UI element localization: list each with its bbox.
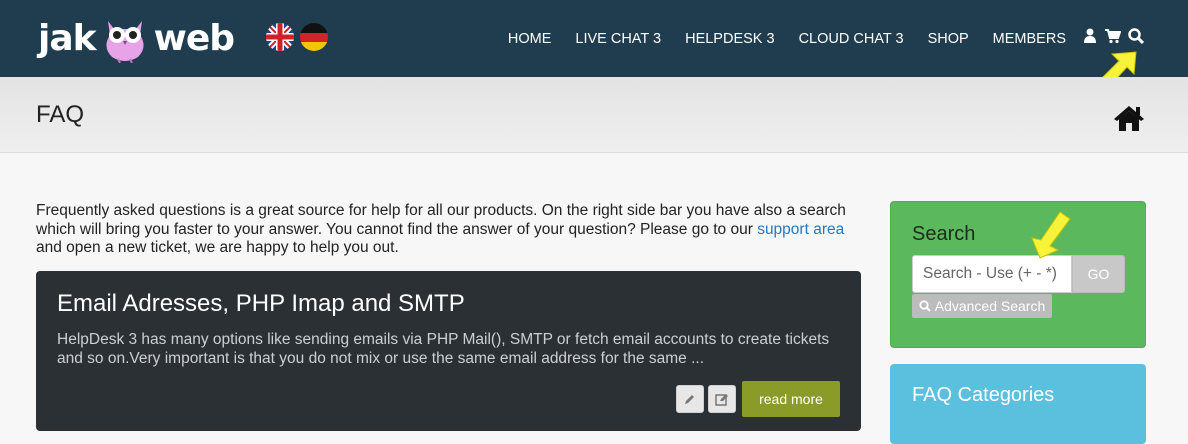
cart-icon[interactable]	[1105, 28, 1121, 44]
support-area-link[interactable]: support area	[757, 221, 844, 238]
owl-logo-icon	[106, 21, 144, 63]
nav-helpdesk[interactable]: HELPDESK 3	[685, 31, 774, 47]
intro-text-start: Frequently asked questions is a great so…	[36, 202, 846, 238]
faq-item-card: Email Adresses, PHP Imap and SMTP HelpDe…	[36, 271, 861, 431]
faq-categories-panel: FAQ Categories	[890, 364, 1146, 444]
intro-text: Frequently asked questions is a great so…	[36, 202, 866, 258]
faq-item-title[interactable]: Email Adresses, PHP Imap and SMTP	[57, 290, 465, 318]
highlight-arrow-search	[1031, 211, 1071, 259]
search-icon[interactable]	[1128, 28, 1144, 44]
nav-home[interactable]: HOME	[508, 31, 552, 47]
search-title: Search	[912, 223, 976, 245]
edit-box-icon	[715, 394, 728, 406]
flag-english-icon[interactable]	[266, 23, 294, 51]
home-icon[interactable]	[1113, 104, 1145, 132]
edit-button[interactable]	[676, 385, 704, 413]
logo-text-right: web	[153, 17, 235, 59]
main-nav: HOME LIVE CHAT 3 HELPDESK 3 CLOUD CHAT 3…	[484, 0, 1066, 77]
pencil-icon	[685, 395, 694, 404]
search-panel: Search GO Advanced Search	[890, 201, 1146, 348]
nav-live-chat[interactable]: LIVE CHAT 3	[575, 31, 661, 47]
page-title: FAQ	[36, 101, 85, 128]
site-logo[interactable]: jak web	[38, 12, 235, 64]
read-more-button[interactable]: read more	[742, 381, 840, 417]
flag-german-icon[interactable]	[300, 23, 328, 51]
top-navbar: jak web HOME LIVE CHAT 3 HELPDESK 3 CLOU…	[0, 0, 1188, 77]
faq-item-excerpt: HelpDesk 3 has many options like sending…	[57, 331, 830, 367]
nav-shop[interactable]: SHOP	[928, 31, 969, 47]
edit-box-button[interactable]	[708, 385, 736, 413]
intro-text-end: and open a new ticket, we are happy to h…	[36, 239, 399, 256]
nav-members[interactable]: MEMBERS	[993, 31, 1066, 47]
go-button[interactable]: GO	[1072, 255, 1125, 293]
search-input[interactable]	[912, 255, 1072, 293]
faq-categories-title: FAQ Categories	[912, 384, 1055, 406]
page-header: FAQ	[0, 77, 1188, 153]
logo-text-left: jak	[38, 17, 97, 59]
user-icon[interactable]	[1084, 28, 1096, 44]
search-icon	[919, 300, 931, 312]
nav-cloud-chat[interactable]: CLOUD CHAT 3	[799, 31, 904, 47]
advanced-search-button[interactable]: Advanced Search	[912, 294, 1052, 318]
advanced-search-label: Advanced Search	[934, 298, 1046, 314]
